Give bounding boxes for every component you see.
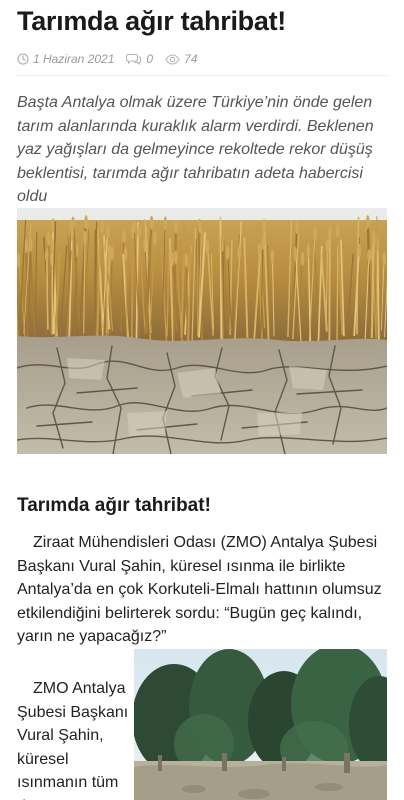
meta-date-text: 1 Haziran 2021 [33, 52, 115, 66]
clock-icon [17, 53, 29, 65]
meta-date: 1 Haziran 2021 [17, 52, 114, 66]
article-lead: Başta Antalya olmak üzere Türkiye’nin ön… [17, 94, 374, 205]
drought-wheat-image [17, 208, 387, 454]
meta-comments-count: 0 [146, 52, 154, 66]
article-page: Tarımda ağır tahribat! 1 Haziran 2021 0 … [0, 0, 404, 800]
article-paragraph-1: Ziraat Mühendisleri Odası (ZMO) Antalya … [17, 534, 382, 645]
forest-image [134, 649, 387, 800]
drought-wheat-illustration [17, 208, 387, 454]
meta-views-count: 74 [184, 52, 198, 66]
article-title: Tarımda ağır tahribat! [17, 6, 286, 36]
forest-illustration [134, 649, 387, 800]
comment-icon [126, 53, 142, 65]
article-meta: 1 Haziran 2021 0 74 [17, 50, 209, 68]
eye-icon [165, 53, 180, 65]
article-subheading: Tarımda ağır tahribat! [17, 495, 211, 516]
article-paragraph-2: ZMO Antalya Şubesi Başkanı Vural Şahin, … [17, 680, 129, 800]
meta-views: 74 [165, 52, 197, 66]
meta-divider [17, 75, 387, 76]
meta-comments[interactable]: 0 [126, 52, 153, 66]
